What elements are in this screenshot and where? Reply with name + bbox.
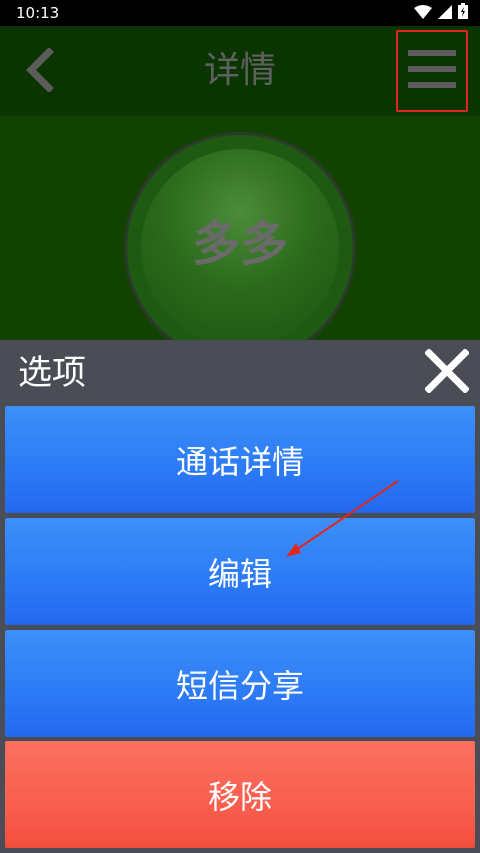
battery-icon xyxy=(458,3,468,23)
wifi-icon xyxy=(414,4,432,23)
back-button[interactable] xyxy=(12,42,68,102)
call-details-label: 通话详情 xyxy=(175,442,304,481)
contact-header: 多多 xyxy=(0,116,480,340)
signal-icon xyxy=(438,4,452,23)
close-button[interactable] xyxy=(422,348,472,398)
sms-share-label: 短信分享 xyxy=(175,666,304,705)
avatar-text: 多多 xyxy=(191,216,288,272)
status-time: 10:13 xyxy=(16,4,60,22)
status-icons xyxy=(414,3,468,23)
hamburger-menu-icon xyxy=(408,46,456,96)
avatar: 多多 xyxy=(124,132,356,340)
remove-label: 移除 xyxy=(207,777,272,816)
remove-button[interactable]: 移除 xyxy=(5,741,475,848)
edit-label: 编辑 xyxy=(207,554,272,593)
options-sheet: 选项 通话详情 编辑 短信分享 移除 xyxy=(0,340,480,853)
sheet-title: 选项 xyxy=(18,353,86,393)
menu-button[interactable] xyxy=(396,30,468,112)
sms-share-button[interactable]: 短信分享 xyxy=(5,630,475,737)
app-bar: 详情 xyxy=(0,26,480,116)
call-details-button[interactable]: 通话详情 xyxy=(5,406,475,513)
avatar-circle: 多多 xyxy=(141,149,339,340)
edit-button[interactable]: 编辑 xyxy=(5,518,475,625)
chevron-left-icon xyxy=(25,47,55,96)
status-bar: 10:13 xyxy=(0,0,480,26)
close-icon xyxy=(424,348,470,397)
